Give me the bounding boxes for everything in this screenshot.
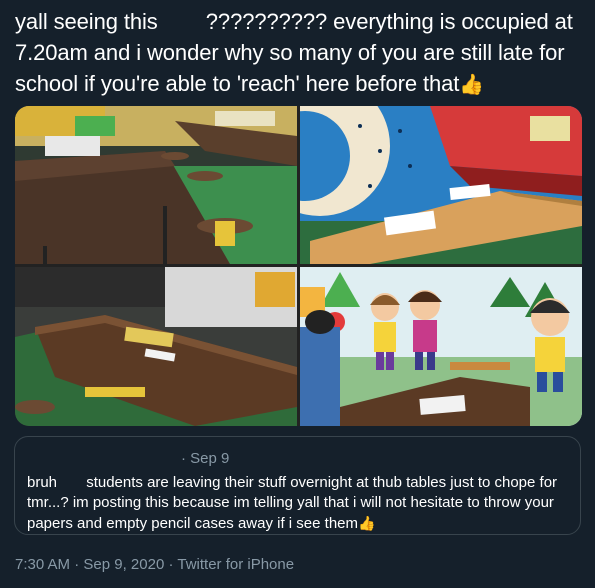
thumbs-up-emoji: 👍	[459, 74, 485, 96]
tweet-meta: 7:30 AM · Sep 9, 2020 · Twitter for iPho…	[15, 555, 294, 575]
photo-1-image	[15, 106, 297, 264]
tweet-time[interactable]: 7:30 AM	[15, 556, 70, 573]
quoted-tweet-text: bruh students are leaving their stuff ov…	[27, 473, 572, 534]
quoted-tweet[interactable]: · Sep 9 bruh students are leaving their …	[14, 436, 581, 535]
tweet-text-body: yall seeing this ?????????? everything i…	[15, 9, 579, 96]
quoted-tweet-date: · Sep 9	[181, 450, 230, 467]
tweet-text: yall seeing this ?????????? everything i…	[15, 6, 585, 99]
quoted-tweet-header: · Sep 9	[15, 450, 229, 468]
tweet-date[interactable]: Sep 9, 2020	[83, 556, 164, 573]
photo-2[interactable]	[300, 106, 582, 264]
photo-4[interactable]	[300, 267, 582, 426]
photo-4-image	[300, 267, 582, 426]
photo-1[interactable]	[15, 106, 297, 264]
media-grid	[15, 106, 582, 426]
quoted-tweet-body: bruh students are leaving their stuff ov…	[27, 474, 562, 532]
quoted-thumbs-up-emoji: 👍	[358, 515, 376, 531]
meta-separator: ·	[164, 556, 178, 573]
photo-3-image	[15, 267, 297, 426]
photo-3[interactable]	[15, 267, 297, 426]
tweet-source-link[interactable]: Twitter for iPhone	[177, 556, 294, 573]
photo-2-image	[300, 106, 582, 264]
meta-separator: ·	[70, 556, 84, 573]
